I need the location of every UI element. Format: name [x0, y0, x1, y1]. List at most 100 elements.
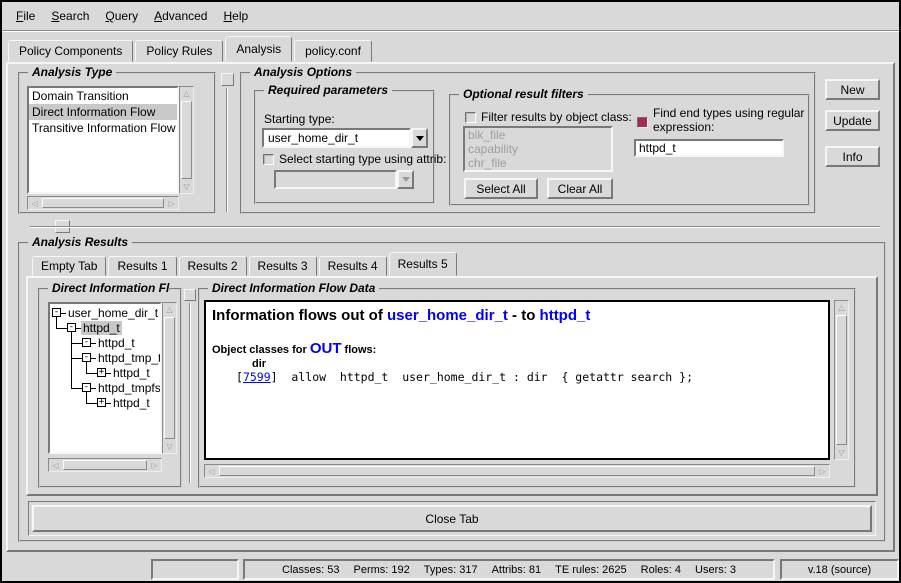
- regex-checkbox-label[interactable]: Find end types using regular expression:: [653, 106, 809, 134]
- object-class-listbox: blk_file capability chr_file: [463, 126, 613, 172]
- expander-icon[interactable]: -: [52, 308, 61, 317]
- tab-results-4[interactable]: Results 4: [319, 256, 387, 276]
- scroll-thumb[interactable]: [164, 317, 175, 439]
- menu-search[interactable]: Search: [43, 6, 97, 26]
- scroll-left-icon[interactable]: ◁: [49, 459, 62, 471]
- tab-policy-components[interactable]: Policy Components: [8, 40, 133, 62]
- tree-node[interactable]: -httpd_t: [67, 321, 122, 336]
- tab-analysis[interactable]: Analysis: [225, 36, 292, 62]
- scroll-right-icon[interactable]: ▷: [148, 459, 161, 471]
- header-target-type: httpd_t: [540, 307, 591, 324]
- scroll-up-icon[interactable]: △: [835, 301, 848, 314]
- attrib-combobox: [274, 170, 414, 189]
- close-tab-button[interactable]: Close Tab: [32, 505, 872, 532]
- pane-sash-handle[interactable]: [221, 73, 234, 86]
- flow-data-vscroll[interactable]: △▽: [834, 300, 849, 460]
- new-button[interactable]: New: [825, 79, 880, 100]
- attrib-checkbox-label[interactable]: Select starting type using attrib:: [279, 152, 446, 166]
- menu-advanced[interactable]: Advanced: [146, 6, 215, 26]
- flow-tree[interactable]: -user_home_dir_t -httpd_t -httpd_t -http…: [48, 302, 162, 454]
- expander-icon[interactable]: +: [97, 398, 106, 407]
- menu-query[interactable]: Query: [97, 6, 146, 26]
- starting-type-value[interactable]: user_home_dir_t: [262, 128, 411, 148]
- stat-te-rules: TE rules: 2625: [555, 564, 627, 576]
- regex-input[interactable]: [634, 139, 784, 157]
- tree-connector: [86, 403, 97, 404]
- flow-tree-vscroll[interactable]: △▽: [162, 302, 177, 454]
- flow-tree-hscroll[interactable]: ◁▷: [48, 458, 162, 472]
- regex-checkbox[interactable]: [637, 117, 648, 128]
- update-button[interactable]: Update: [825, 110, 880, 131]
- scroll-thumb[interactable]: [63, 460, 147, 470]
- scroll-down-icon[interactable]: ▽: [835, 446, 848, 459]
- classes-prefix: Object classes for: [212, 344, 310, 356]
- scroll-down-icon[interactable]: ▽: [163, 440, 176, 453]
- scroll-thumb[interactable]: [836, 315, 847, 445]
- tab-results-2[interactable]: Results 2: [179, 256, 247, 276]
- required-parameters-title: Required parameters: [264, 83, 392, 97]
- scroll-right-icon[interactable]: ▷: [165, 197, 178, 209]
- tree-node-label[interactable]: httpd_t: [96, 336, 137, 350]
- menu-help[interactable]: Help: [215, 6, 256, 26]
- tree-node[interactable]: + httpd_t: [97, 396, 152, 411]
- bracket: [: [236, 370, 243, 384]
- tree-node[interactable]: -httpd_tmp_t: [82, 351, 162, 366]
- expander-icon[interactable]: -: [82, 338, 91, 347]
- list-item[interactable]: Direct Information Flow: [29, 104, 177, 120]
- analysis-type-hscroll[interactable]: ◁▷: [27, 196, 179, 210]
- clear-all-button[interactable]: Clear All: [547, 178, 613, 199]
- tree-node-label[interactable]: httpd_t: [111, 366, 152, 380]
- expander-icon[interactable]: -: [67, 323, 76, 332]
- tab-results-5[interactable]: Results 5: [389, 252, 457, 276]
- scroll-down-icon[interactable]: ▽: [180, 180, 193, 193]
- analysis-type-listbox[interactable]: Domain Transition Direct Information Flo…: [27, 86, 179, 194]
- menu-file[interactable]: File: [8, 6, 43, 26]
- expander-icon[interactable]: -: [82, 383, 91, 392]
- attrib-checkbox[interactable]: [263, 154, 274, 165]
- scroll-thumb[interactable]: [219, 466, 815, 476]
- tree-node-label[interactable]: httpd_t: [111, 396, 152, 410]
- expander-icon[interactable]: -: [82, 353, 91, 362]
- tree-connector: [71, 358, 82, 359]
- list-item[interactable]: Domain Transition: [29, 88, 177, 104]
- tree-node-label[interactable]: httpd_t: [81, 321, 122, 335]
- expander-icon[interactable]: +: [97, 368, 106, 377]
- tab-policy-conf[interactable]: policy.conf: [294, 40, 372, 62]
- starting-type-dropdown-button[interactable]: [411, 128, 428, 148]
- scroll-up-icon[interactable]: △: [163, 303, 176, 316]
- object-class-checkbox[interactable]: [465, 112, 476, 123]
- analysis-results-title: Analysis Results: [28, 235, 132, 249]
- analysis-type-vscroll[interactable]: △▽: [179, 86, 194, 194]
- tree-node[interactable]: -user_home_dir_t: [52, 306, 160, 321]
- rule-id-link[interactable]: 7599: [243, 370, 271, 384]
- tree-node-label[interactable]: httpd_tmp_t: [96, 351, 162, 365]
- tab-results-1[interactable]: Results 1: [108, 256, 176, 276]
- tree-node-label[interactable]: httpd_tmpfs_t: [96, 381, 162, 395]
- flow-data-text[interactable]: Information flows out of user_home_dir_t…: [204, 300, 830, 460]
- info-button[interactable]: Info: [825, 146, 880, 167]
- starting-type-combobox[interactable]: user_home_dir_t: [262, 128, 428, 148]
- tab-empty[interactable]: Empty Tab: [32, 256, 106, 276]
- scroll-left-icon[interactable]: ◁: [28, 197, 41, 209]
- object-class-checkbox-label[interactable]: Filter results by object class:: [481, 110, 632, 124]
- list-item[interactable]: Transitive Information Flow: [29, 120, 177, 136]
- pane-sash[interactable]: [226, 88, 228, 212]
- results-sash[interactable]: [30, 226, 880, 228]
- tree-node-label[interactable]: user_home_dir_t: [66, 306, 160, 320]
- scroll-right-icon[interactable]: ▷: [816, 465, 829, 477]
- select-all-button[interactable]: Select All: [464, 178, 538, 199]
- scroll-left-icon[interactable]: ◁: [205, 465, 218, 477]
- tree-node[interactable]: + httpd_t: [97, 366, 152, 381]
- tree-node[interactable]: -httpd_tmpfs_t: [82, 381, 162, 396]
- tab-results-3[interactable]: Results 3: [249, 256, 317, 276]
- tree-data-sash[interactable]: [189, 303, 191, 483]
- tree-connector: [71, 332, 72, 388]
- tree-data-sash-handle[interactable]: [184, 289, 196, 301]
- tree-node[interactable]: -httpd_t: [82, 336, 137, 351]
- flow-data-title: Direct Information Flow Data: [208, 281, 379, 295]
- tab-policy-rules[interactable]: Policy Rules: [135, 40, 223, 62]
- scroll-thumb[interactable]: [181, 101, 192, 179]
- flow-data-hscroll[interactable]: ◁▷: [204, 464, 830, 478]
- scroll-up-icon[interactable]: △: [180, 87, 193, 100]
- scroll-thumb[interactable]: [42, 198, 164, 208]
